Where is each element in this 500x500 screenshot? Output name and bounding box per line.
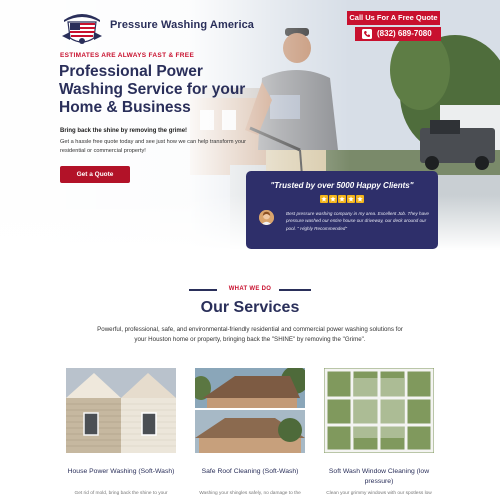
testimonial-card: "Trusted by over 5000 Happy Clients" Bes…	[246, 171, 438, 249]
testimonial-title: "Trusted by over 5000 Happy Clients"	[270, 181, 414, 190]
phone-icon	[362, 29, 372, 39]
service-title-roof[interactable]: Safe Roof Cleaning (Soft-Wash)	[190, 467, 310, 477]
star-icon	[338, 195, 346, 203]
service-desc-window: Clean your grimmy windows with our spotl…	[326, 491, 432, 496]
service-image-window[interactable]	[324, 368, 434, 453]
testimonial-text: Best pressure washing company in my area…	[286, 211, 429, 231]
eyebrow-line-right	[279, 289, 311, 291]
hero-description: Get a hassle free quote today and see ju…	[60, 139, 246, 154]
service-title-window[interactable]: Soft Wash Window Cleaning (low pressure)	[319, 467, 439, 487]
star-icon	[329, 195, 337, 203]
logo-icon	[62, 14, 102, 44]
star-icon	[347, 195, 355, 203]
service-title-house[interactable]: House Power Washing (Soft-Wash)	[61, 467, 181, 477]
hero-headline: Professional Power Washing Service for y…	[59, 63, 246, 116]
hero-subheading: Bring back the shine by removing the gri…	[60, 128, 188, 134]
call-label: Call Us For A Free Quote	[347, 11, 440, 25]
star-icon	[320, 195, 328, 203]
star-icon	[356, 195, 364, 203]
hero-eyebrow: ESTIMATES ARE ALWAYS FAST & FREE	[60, 52, 195, 59]
service-image-roof[interactable]	[195, 368, 305, 453]
services-description: Powerful, professional, safe, and enviro…	[97, 326, 403, 343]
phone-button[interactable]: (832) 689-7080	[355, 27, 441, 41]
rating-stars	[320, 195, 364, 203]
services-title: Our Services	[200, 299, 300, 316]
get-quote-button[interactable]: Get a Quote	[60, 166, 130, 183]
service-image-house[interactable]	[66, 368, 176, 453]
service-desc-roof: Washing your shingles safely, no damage …	[199, 491, 301, 496]
service-desc-house: Get rid of mold, bring back the shine to…	[74, 491, 168, 496]
brand-name[interactable]: Pressure Washing America	[110, 19, 254, 31]
reviewer-avatar	[259, 210, 274, 225]
phone-number: (832) 689-7080	[377, 29, 432, 38]
